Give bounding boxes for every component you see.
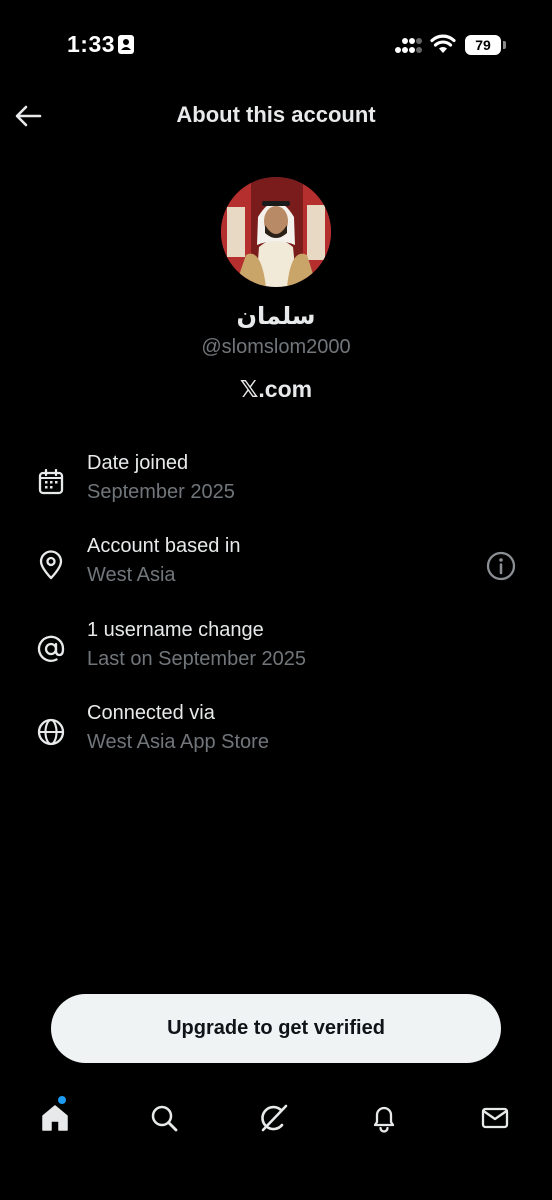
username-change-value: Last on September 2025 — [87, 648, 307, 670]
avatar-image — [221, 177, 331, 287]
upgrade-button[interactable]: Upgrade to get verified — [51, 994, 501, 1063]
connected-via-label: Connected via — [87, 702, 215, 724]
nav-messages[interactable] — [475, 1098, 515, 1138]
nav-home[interactable] — [35, 1096, 75, 1138]
notification-dot — [58, 1096, 66, 1104]
page-title: About this account — [176, 102, 376, 127]
account-based-in-label: Account based in — [87, 535, 241, 557]
search-icon — [151, 1105, 178, 1132]
mail-icon — [481, 1107, 509, 1129]
cellular-signal-icon — [395, 38, 422, 53]
date-joined-label: Date joined — [87, 452, 189, 474]
username-handle: @slomslom2000 — [201, 336, 351, 358]
battery-level: 79 — [465, 35, 501, 55]
battery-indicator: 79 — [465, 35, 507, 55]
battery-cap — [503, 41, 506, 49]
nav-grok[interactable] — [254, 1098, 294, 1138]
nav-notifications[interactable] — [364, 1098, 404, 1138]
date-joined-value: September 2025 — [87, 481, 235, 503]
display-name: سلمان — [236, 302, 316, 330]
info-row-username-change: 1 username change Last on September 2025 — [0, 619, 552, 683]
calendar-icon — [38, 468, 64, 495]
info-row-connected-via: Connected via West Asia App Store — [0, 702, 552, 766]
account-based-in-value: West Asia — [87, 564, 176, 586]
home-icon — [42, 1105, 68, 1131]
status-bar: 1:33 79 — [0, 0, 552, 90]
grok-icon — [261, 1104, 288, 1132]
location-pin-icon — [39, 550, 63, 580]
info-icon[interactable] — [484, 549, 518, 583]
globe-icon — [37, 718, 65, 746]
bottom-nav — [0, 1090, 552, 1150]
nav-search[interactable] — [144, 1098, 184, 1138]
avatar[interactable] — [221, 177, 331, 287]
site-label: 𝕏.com — [239, 376, 313, 402]
at-sign-icon — [37, 635, 65, 662]
username-change-label: 1 username change — [87, 619, 264, 641]
status-time: 1:33 — [67, 31, 116, 57]
wifi-icon — [430, 34, 456, 53]
id-card-icon — [118, 35, 134, 54]
connected-via-value: West Asia App Store — [87, 731, 269, 753]
bell-icon — [373, 1106, 395, 1133]
info-row-account-based-in: Account based in West Asia — [0, 535, 552, 599]
info-row-date-joined: Date joined September 2025 — [0, 452, 552, 516]
